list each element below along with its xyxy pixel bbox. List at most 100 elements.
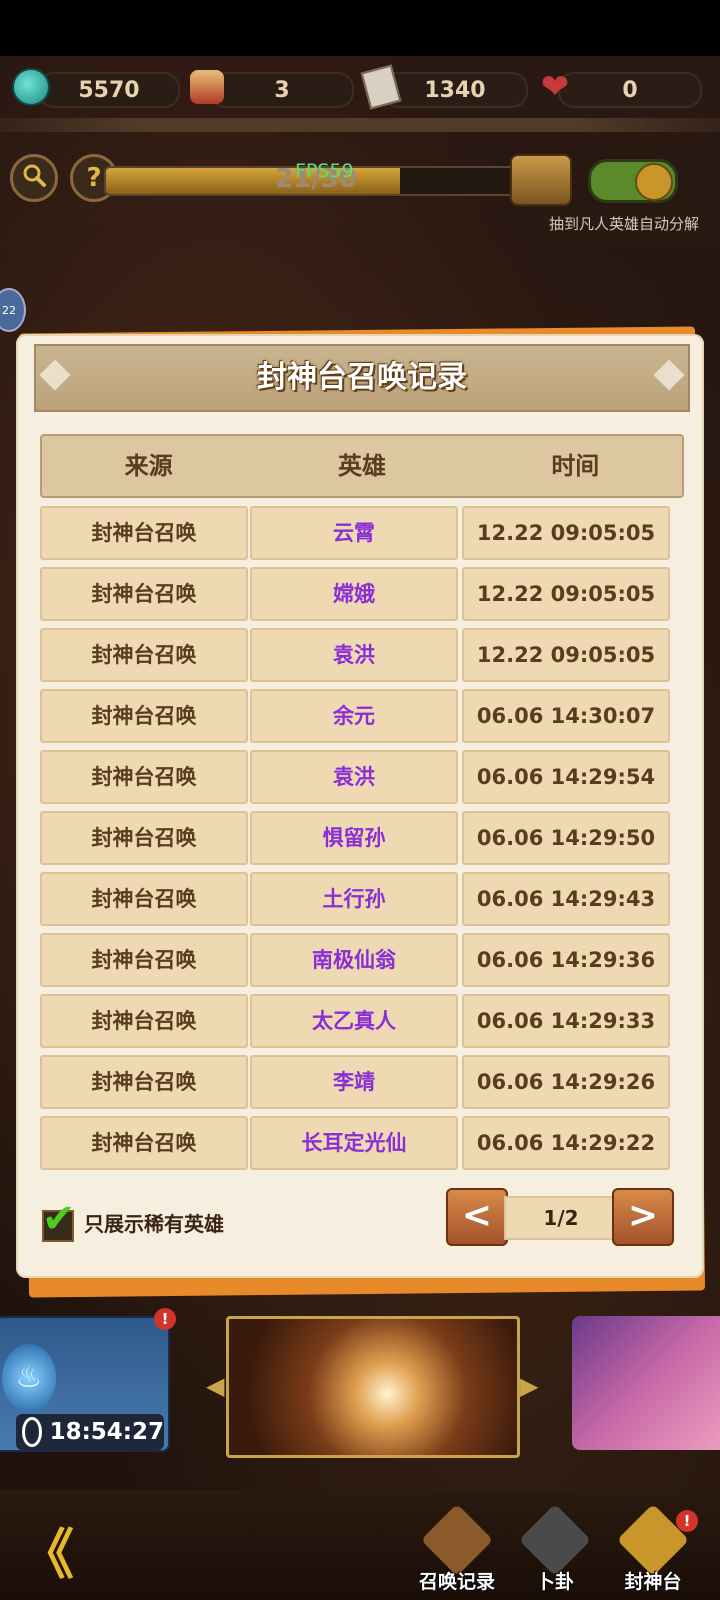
page-indicator: 1/2 — [504, 1196, 618, 1240]
source-cell: 封神台召唤 — [40, 811, 248, 865]
back-arrow-icon[interactable]: 《 — [20, 1510, 74, 1589]
nav-summon-record-label: 召唤记录 — [418, 1571, 495, 1593]
prev-page-button[interactable]: < — [446, 1188, 508, 1246]
hero-cell: 土行孙 — [250, 872, 458, 926]
nav-divination-label: 卜卦 — [535, 1571, 574, 1593]
header-time: 时间 — [551, 452, 600, 480]
treasure-chest-icon[interactable] — [510, 154, 572, 206]
hero-cell: 云霄 — [250, 506, 458, 560]
nav-fengshen-tai-label: 封神台 — [624, 1571, 682, 1593]
rare-only-label[interactable]: 只展示稀有英雄 — [84, 1208, 224, 1237]
auto-decompose-label: 抽到凡人英雄自动分解 — [528, 206, 720, 242]
card-ticket-icon — [360, 64, 402, 110]
source-cell: 封神台召唤 — [40, 1116, 248, 1170]
resource-god: 3 — [210, 72, 354, 108]
nav-divination[interactable]: 卜卦 — [510, 1503, 600, 1598]
resource-card: 1340 — [382, 72, 528, 108]
time-cell: 06.06 14:29:33 — [462, 994, 670, 1048]
summon-record-modal: 封神台召唤记录 来源 英雄 时间 封神台召唤 云霄 12.22 09:05:05 封神… — [16, 334, 704, 1278]
table-row: 封神台召唤 土行孙 06.06 14:29:43 — [40, 872, 680, 926]
table-row: 封神台召唤 云霄 12.22 09:05:05 — [40, 506, 680, 560]
table-row: 封神台召唤 长耳定光仙 06.06 14:29:22 — [40, 1116, 680, 1170]
timer-text: 18:54:27 — [49, 1419, 164, 1445]
source-cell: 封神台召唤 — [40, 933, 248, 987]
hero-cell: 李靖 — [250, 1055, 458, 1109]
header-source: 来源 — [124, 452, 173, 480]
source-cell: 封神台召唤 — [40, 994, 248, 1048]
time-cell: 06.06 14:29:36 — [462, 933, 670, 987]
time-cell: 06.06 14:29:26 — [462, 1055, 670, 1109]
time-cell: 12.22 09:05:05 — [462, 567, 670, 621]
time-cell: 06.06 14:29:43 — [462, 872, 670, 926]
fps-counter: FPS59 — [295, 160, 354, 182]
card-alert-badge: ! — [154, 1308, 176, 1330]
toggle-knob — [635, 163, 673, 201]
source-cell: 封神台召唤 — [40, 750, 248, 804]
nav-summon-record[interactable]: 召唤记录 — [412, 1503, 502, 1598]
time-cell: 06.06 14:29:22 — [462, 1116, 670, 1170]
status-bar — [0, 0, 720, 56]
source-cell: 封神台召唤 — [40, 567, 248, 621]
rare-only-checkbox[interactable]: ✔ — [42, 1196, 76, 1242]
time-cell: 12.22 09:05:05 — [462, 506, 670, 560]
resource-jade: 5570 — [38, 72, 180, 108]
heart-icon: ❤ — [540, 67, 570, 107]
table-row: 封神台召唤 惧留孙 06.06 14:29:50 — [40, 811, 680, 865]
time-cell: 06.06 14:29:54 — [462, 750, 670, 804]
clock-icon — [22, 1417, 42, 1447]
time-cell: 06.06 14:30:07 — [462, 689, 670, 743]
search-icon — [21, 162, 47, 195]
resource-jade-value: 5570 — [78, 77, 140, 103]
resource-bar: 5570 3 1340 0 ❤ — [0, 64, 720, 112]
source-cell: 封神台召唤 — [40, 872, 248, 926]
time-cell: 12.22 09:05:05 — [462, 628, 670, 682]
table-row: 封神台召唤 袁洪 06.06 14:29:54 — [40, 750, 680, 804]
resource-heart-value: 0 — [622, 77, 638, 103]
hero-cell: 南极仙翁 — [250, 933, 458, 987]
source-cell: 封神台召唤 — [40, 1055, 248, 1109]
hero-cell: 余元 — [250, 689, 458, 743]
nav-alert-badge: ! — [676, 1510, 698, 1532]
carousel-right-arrow-icon[interactable]: ▶ — [520, 1372, 538, 1400]
god-figure-icon — [186, 66, 228, 108]
hero-cell: 长耳定光仙 — [250, 1116, 458, 1170]
source-cell: 封神台召唤 — [40, 689, 248, 743]
hero-cell: 袁洪 — [250, 628, 458, 682]
table-row: 封神台召唤 太乙真人 06.06 14:29:33 — [40, 994, 680, 1048]
check-icon: ✔ — [42, 1196, 76, 1242]
hero-cell: 惧留孙 — [250, 811, 458, 865]
header-divider — [0, 118, 720, 132]
record-table: 封神台召唤 云霄 12.22 09:05:05 封神台召唤 嫦娥 12.22 09:05:… — [40, 506, 680, 1177]
table-row: 封神台召唤 南极仙翁 06.06 14:29:36 — [40, 933, 680, 987]
source-cell: 封神台召唤 — [40, 506, 248, 560]
table-row: 封神台召唤 嫦娥 12.22 09:05:05 — [40, 567, 680, 621]
resource-god-value: 3 — [274, 77, 290, 103]
modal-title: 封神台召唤记录 — [257, 360, 467, 395]
record-scroll-icon — [420, 1503, 494, 1577]
resource-heart: 0 — [558, 72, 702, 108]
resource-card-value: 1340 — [424, 77, 486, 103]
pager: < 1/2 > — [446, 1188, 674, 1246]
auto-decompose-toggle[interactable] — [588, 159, 678, 203]
hero-cell: 嫦娥 — [250, 567, 458, 621]
search-button[interactable] — [10, 154, 58, 202]
question-icon: ? — [86, 163, 102, 193]
water-drop-icon: ♨ — [2, 1344, 56, 1412]
hero-cell: 袁洪 — [250, 750, 458, 804]
table-row: 封神台召唤 李靖 06.06 14:29:26 — [40, 1055, 680, 1109]
fairy-summon-card[interactable] — [572, 1316, 720, 1450]
jade-coin-icon — [10, 66, 52, 108]
header-hero: 英雄 — [337, 452, 386, 480]
modal-header: 封神台召唤记录 — [34, 344, 690, 412]
table-header: 来源 英雄 时间 — [40, 434, 684, 498]
countdown-timer: 18:54:27 — [16, 1414, 164, 1450]
time-cell: 06.06 14:29:50 — [462, 811, 670, 865]
yin-yang-icon — [518, 1503, 592, 1577]
fengshen-summon-card[interactable] — [226, 1316, 520, 1458]
carousel-left-arrow-icon[interactable]: ◀ — [206, 1372, 224, 1400]
hero-cell: 太乙真人 — [250, 994, 458, 1048]
source-cell: 封神台召唤 — [40, 628, 248, 682]
next-page-button[interactable]: > — [612, 1188, 674, 1246]
table-row: 封神台召唤 余元 06.06 14:30:07 — [40, 689, 680, 743]
table-row: 封神台召唤 袁洪 12.22 09:05:05 — [40, 628, 680, 682]
